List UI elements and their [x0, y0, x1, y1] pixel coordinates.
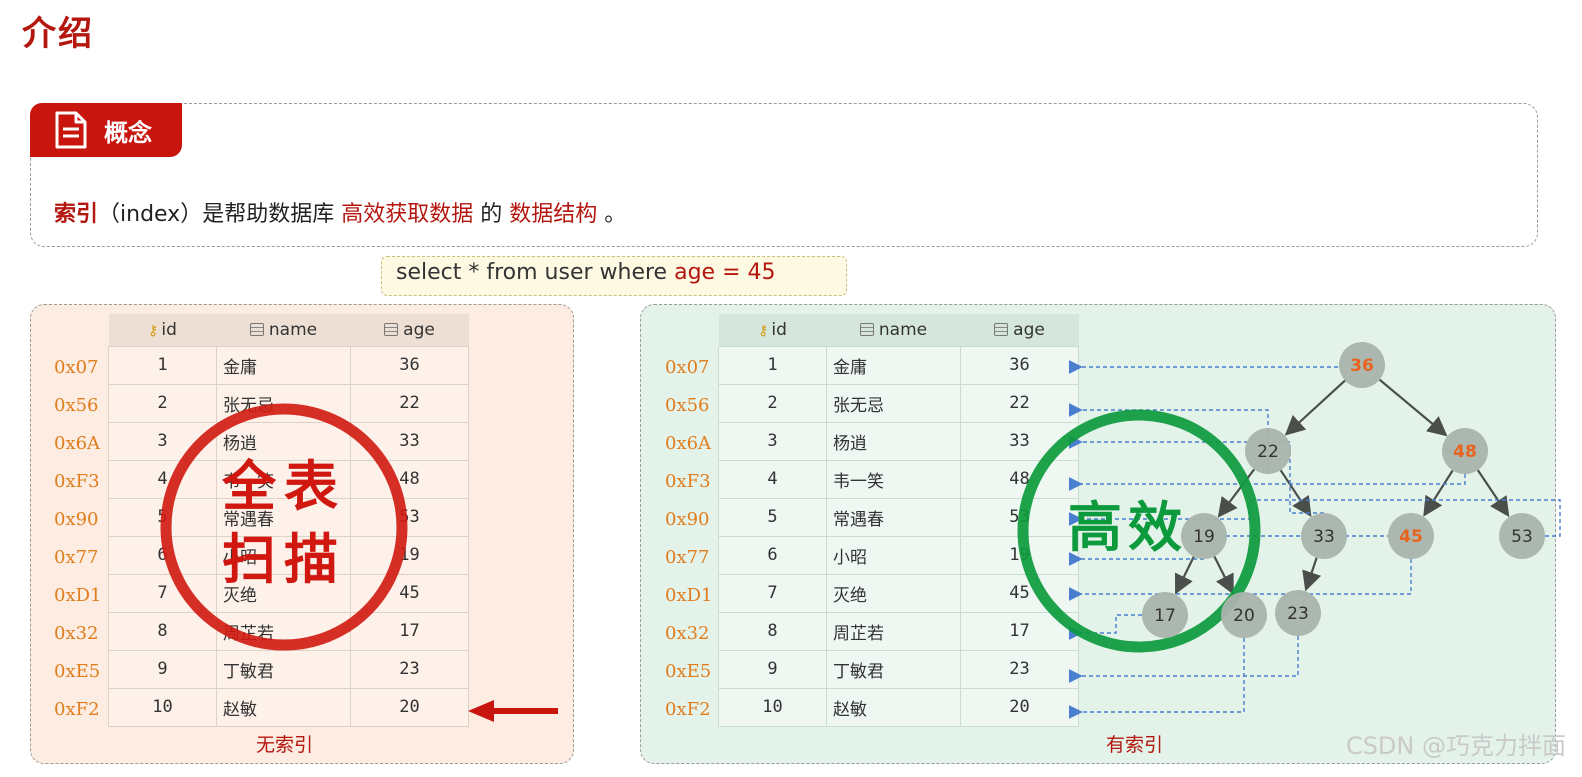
tree-node-value: 33 [1313, 527, 1335, 547]
tree-node-value: 48 [1453, 442, 1477, 462]
tree-node: 23 [1275, 590, 1321, 636]
tree-node-value: 20 [1233, 606, 1255, 626]
tree-edge [1302, 557, 1322, 592]
tree-edge [1174, 556, 1195, 595]
diagram-overlay: 全表 扫描 高效 36 22 48 19 33 45 53 17 20 23 [160, 342, 1561, 722]
tree-node: 36 [1339, 342, 1385, 388]
tree-node-value: 53 [1511, 527, 1533, 547]
tree-edge [1284, 379, 1346, 436]
tree-node-value: 23 [1287, 604, 1309, 624]
row-pointer-line [1068, 474, 1466, 491]
tree-edge [1213, 556, 1234, 595]
tree-node: 20 [1221, 592, 1267, 638]
tree-node-value: 17 [1154, 606, 1176, 626]
tree-node-value: 36 [1350, 356, 1374, 376]
stamp-line-2: 扫描 [222, 527, 346, 591]
stamp-line-1: 全表 [221, 454, 346, 518]
tree-node: 19 [1181, 513, 1227, 559]
tree-node: 48 [1442, 428, 1488, 474]
stamp-text: 高效 [1068, 495, 1188, 559]
watermark: CSDN @巧克力拌面 [1345, 732, 1566, 760]
scan-arrow-icon [468, 700, 558, 722]
tree-edge [1476, 469, 1510, 518]
tree-edge [1279, 469, 1312, 517]
tree-node: 17 [1142, 592, 1188, 638]
tree-node: 22 [1245, 428, 1291, 474]
full-scan-stamp: 全表 扫描 [160, 403, 408, 651]
tree-node: 33 [1301, 513, 1347, 559]
tree-node: 45 [1388, 513, 1434, 559]
tree-edge [1378, 378, 1448, 437]
tree-node: 53 [1499, 513, 1545, 559]
tree-node-value: 19 [1193, 527, 1215, 547]
tree-edge [1423, 469, 1454, 517]
tree-node-value: 22 [1257, 442, 1279, 462]
tree-node-value: 45 [1399, 527, 1423, 547]
